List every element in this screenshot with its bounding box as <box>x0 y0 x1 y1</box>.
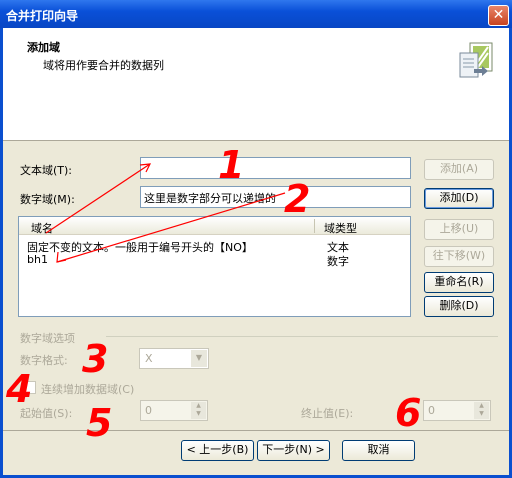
wizard-window: 合并打印向导 ✕ 添加域 域将用作要合并的数据列 文本域(T): 添加(A) 数… <box>0 0 512 478</box>
field-list[interactable]: 域名 域类型 固定不变的文本。一般用于编号开头的【NO】 文本 bh1 数字 <box>18 216 411 317</box>
delete-button[interactable]: 删除(D) <box>424 296 494 317</box>
number-field-label: 数字域(M): <box>20 193 75 206</box>
list-item[interactable]: bh1 数字 <box>27 253 407 268</box>
spin-down-icon[interactable]: ▼ <box>191 410 206 418</box>
list-header: 域名 域类型 <box>19 217 410 235</box>
end-value-label: 终止值(E): <box>301 407 354 420</box>
annotation-number: 5 <box>86 401 112 445</box>
chevron-down-icon[interactable]: ▼ <box>191 350 207 367</box>
list-item-type: 数字 <box>327 255 349 268</box>
prev-button[interactable]: < 上一步(B) <box>181 440 254 461</box>
end-value: 0 <box>428 404 435 417</box>
start-value: 0 <box>145 404 152 417</box>
format-select[interactable]: X ▼ <box>139 348 209 369</box>
header-title: 添加域 <box>27 41 60 54</box>
move-up-button[interactable]: 上移(U) <box>424 219 494 240</box>
spin-down-icon[interactable]: ▼ <box>474 410 489 418</box>
options-divider <box>106 336 498 337</box>
rename-button[interactable]: 重命名(R) <box>424 272 494 293</box>
format-value: X <box>145 352 153 365</box>
start-value-spinner[interactable]: 0 ▲ ▼ <box>140 400 208 421</box>
start-value-label: 起始值(S): <box>20 407 73 420</box>
spin-up-icon[interactable]: ▲ <box>191 402 206 410</box>
wizard-header: 添加域 域将用作要合并的数据列 <box>3 28 509 141</box>
text-field-label: 文本域(T): <box>20 164 73 177</box>
annotation-number: 3 <box>82 337 108 381</box>
spin-up-icon[interactable]: ▲ <box>474 402 489 410</box>
title-bar: 合并打印向导 ✕ <box>0 0 512 28</box>
list-item-name: bh1 <box>27 253 48 266</box>
format-label: 数字格式: <box>20 354 68 367</box>
annotation-number: 6 <box>395 391 421 435</box>
column-header-name[interactable]: 域名 <box>31 220 53 236</box>
header-subtitle: 域将用作要合并的数据列 <box>43 59 164 72</box>
column-separator[interactable] <box>314 219 315 233</box>
end-value-spinner[interactable]: 0 ▲ ▼ <box>423 400 491 421</box>
text-field-input[interactable] <box>140 157 411 179</box>
add-number-button[interactable]: 添加(D) <box>424 188 494 209</box>
dialog-client: 添加域 域将用作要合并的数据列 文本域(T): 添加(A) 数字域(M): 这里… <box>3 28 509 475</box>
footer-divider <box>3 430 509 431</box>
increment-label: 连续增加数据域(C) <box>41 383 135 396</box>
number-field-input[interactable]: 这里是数字部分可以递增的 <box>140 186 411 208</box>
close-icon[interactable]: ✕ <box>488 5 509 26</box>
options-group-label: 数字域选项 <box>20 332 75 345</box>
add-text-button[interactable]: 添加(A) <box>424 159 494 180</box>
next-button[interactable]: 下一步(N) > <box>257 440 330 461</box>
column-header-type[interactable]: 域类型 <box>324 220 357 236</box>
wizard-icon <box>459 42 493 78</box>
cancel-button[interactable]: 取消 <box>342 440 415 461</box>
window-title: 合并打印向导 <box>6 9 79 23</box>
move-down-button[interactable]: 往下移(W) <box>424 246 494 267</box>
increment-checkbox[interactable] <box>23 381 36 394</box>
